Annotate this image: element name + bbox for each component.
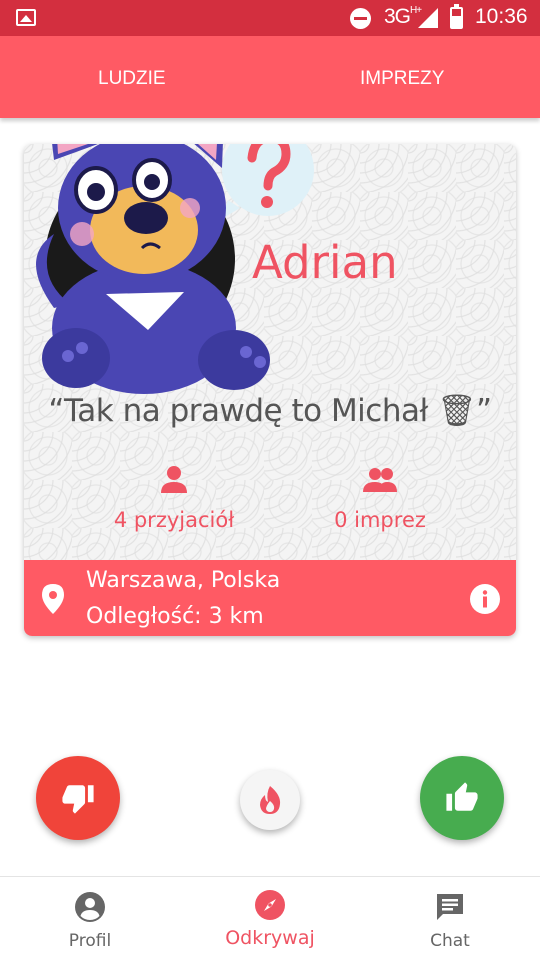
location-bar: Warszawa, Polska Odległość: 3 km <box>24 560 516 636</box>
parties-count: 0 imprez <box>334 508 426 532</box>
thumb-down-icon <box>62 785 94 814</box>
location-pin-icon <box>42 584 64 614</box>
info-icon[interactable] <box>470 584 500 614</box>
friends-stat: 4 przyjaciół <box>74 466 274 532</box>
chat-icon <box>437 894 463 920</box>
network-type: 3G <box>384 5 411 28</box>
top-tab-bar: LUDZIE IMPREZY <box>0 36 540 118</box>
account-circle-icon <box>75 892 105 922</box>
signal-icon <box>418 8 438 28</box>
nav-profil-label: Profil <box>68 931 112 951</box>
clock: 10:36 <box>475 5 528 28</box>
flame-icon <box>260 786 281 814</box>
boost-button[interactable] <box>240 770 300 830</box>
nav-chat[interactable]: Chat <box>360 877 540 960</box>
profile-quote: “Tak na prawdę to Michał 🗑” <box>48 393 492 429</box>
profile-name: Adrian <box>252 236 398 289</box>
friends-count: 4 przyjaciół <box>113 508 235 532</box>
dislike-button[interactable] <box>36 756 120 840</box>
network-indicator: 3GH+ <box>384 5 422 29</box>
parties-stat: 0 imprez <box>280 466 480 532</box>
nav-odkrywaj-label: Odkrywaj <box>225 927 315 949</box>
nav-chat-label: Chat <box>430 931 470 951</box>
group-icon <box>363 468 397 492</box>
compass-icon <box>255 890 285 920</box>
tab-imprezy[interactable]: IMPREZY <box>360 68 444 90</box>
bottom-navigation: Profil Odkrywaj Chat <box>0 876 540 960</box>
gallery-notification-icon <box>16 9 36 26</box>
like-button[interactable] <box>420 756 504 840</box>
profile-card[interactable]: Adrian “Tak na prawdę to Michał 🗑” 4 prz… <box>24 144 516 636</box>
tab-ludzie[interactable]: LUDZIE <box>98 68 166 90</box>
person-icon <box>161 466 187 493</box>
thumb-up-icon <box>446 782 478 811</box>
distance-text: Odległość: 3 km <box>86 604 264 629</box>
do-not-disturb-icon <box>350 8 371 29</box>
status-bar: 3GH+ 10:36 <box>0 0 540 36</box>
battery-icon <box>450 4 463 29</box>
nav-odkrywaj[interactable]: Odkrywaj <box>180 877 360 960</box>
location-text: Warszawa, Polska <box>86 568 281 593</box>
nav-profil[interactable]: Profil <box>0 877 180 960</box>
